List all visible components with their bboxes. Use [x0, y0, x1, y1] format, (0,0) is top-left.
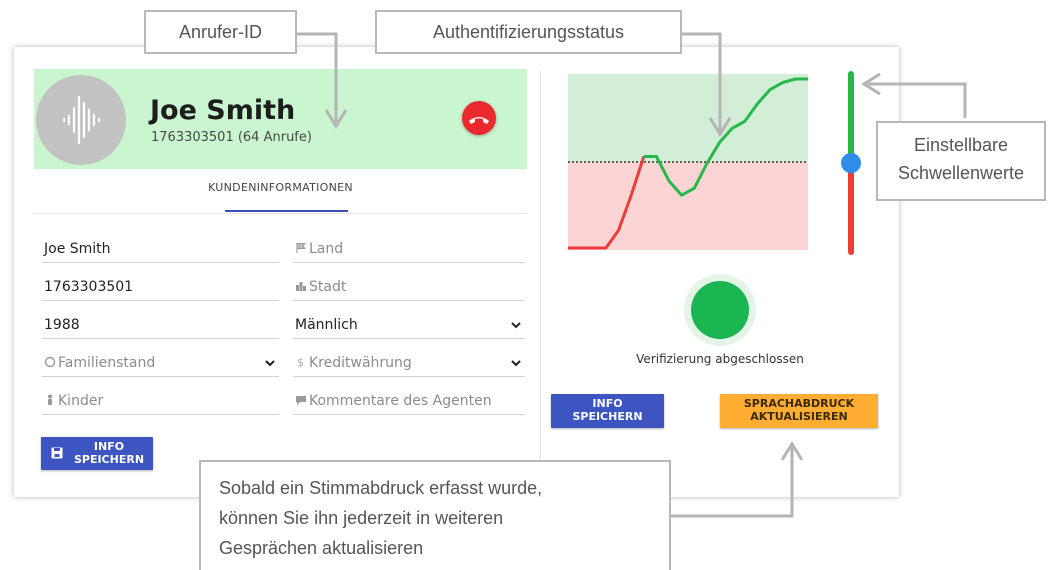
callout-anrufer-id: Anrufer-ID: [144, 10, 297, 54]
callout-thresholds: Einstellbare Schwellenwerte: [876, 121, 1046, 201]
callout-authentication-status: Authentifizierungsstatus: [375, 10, 682, 54]
callout-voiceprint: Sobald ein Stimmabdruck erfasst wurde, k…: [199, 460, 671, 570]
